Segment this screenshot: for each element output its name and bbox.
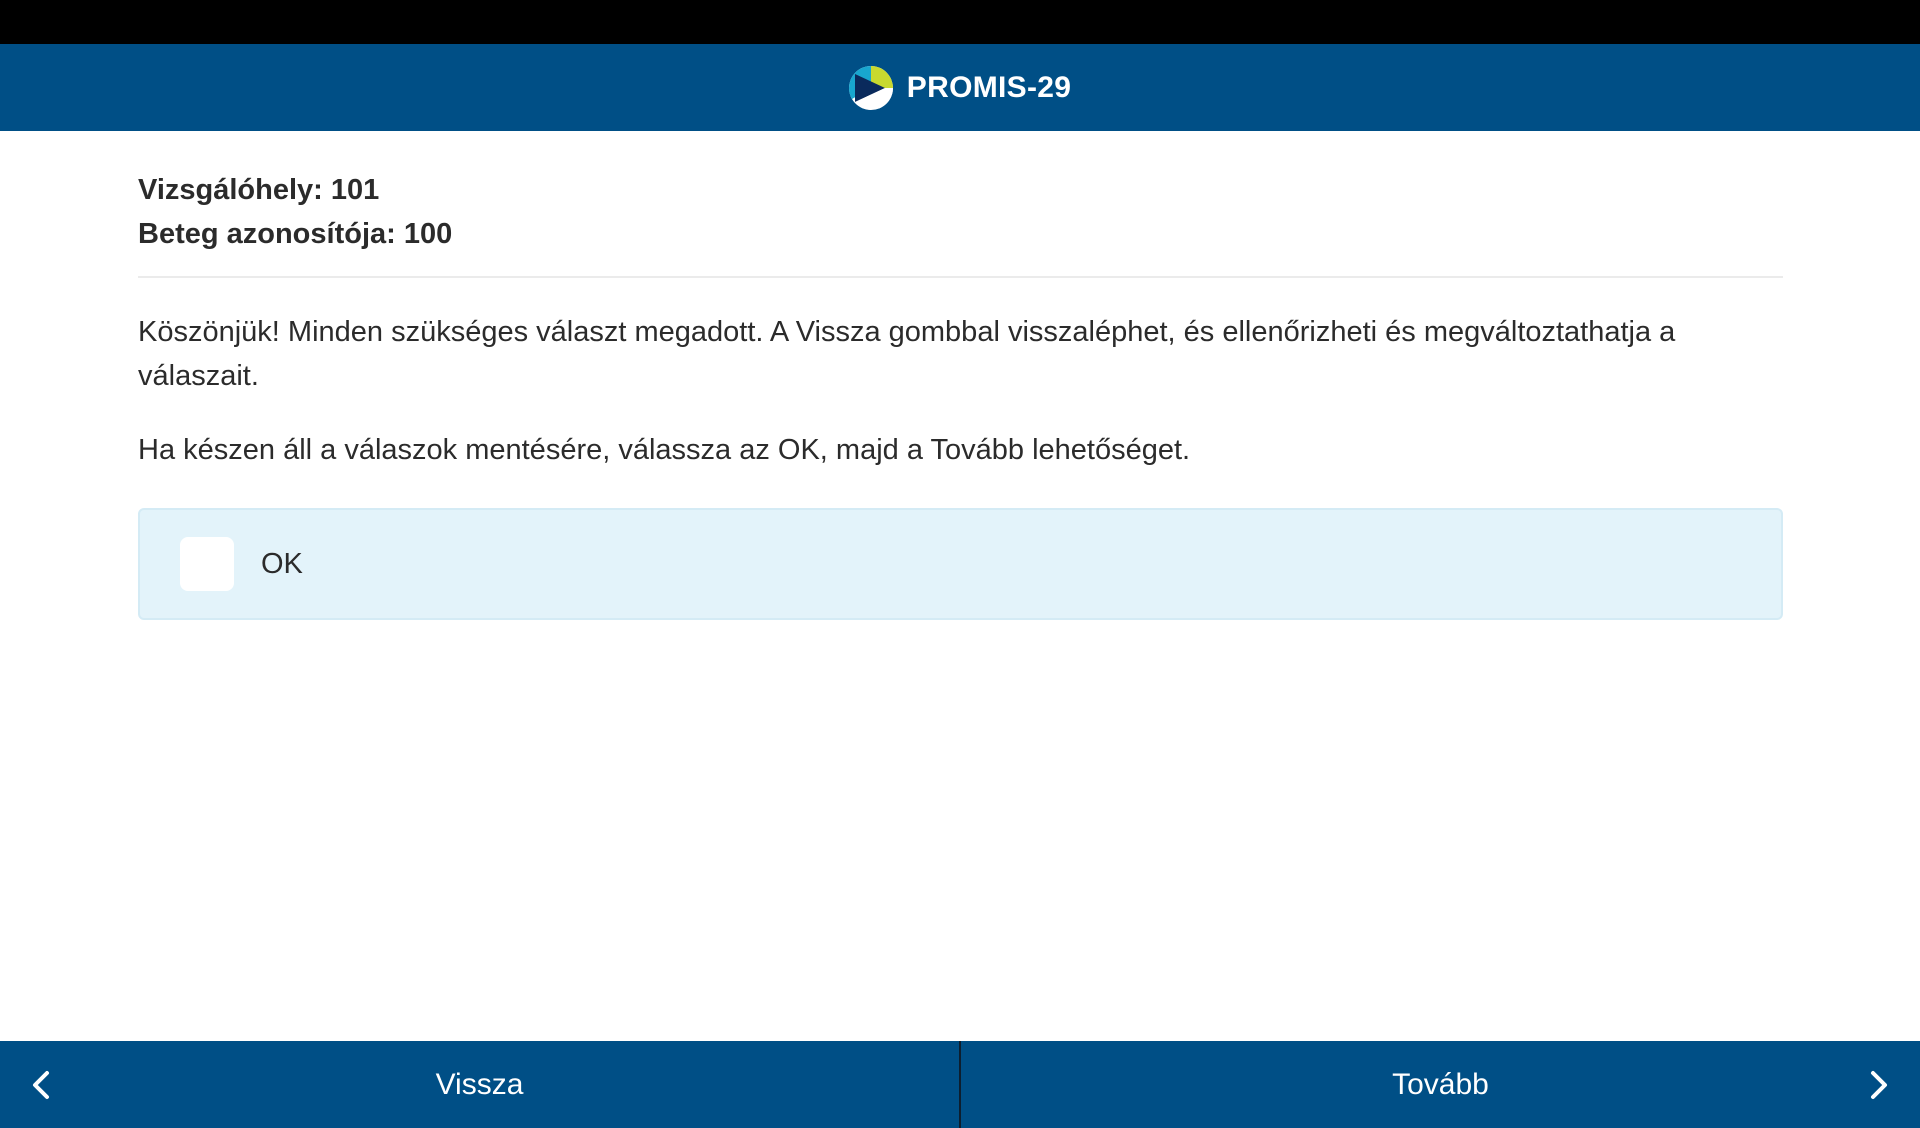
app-header: PROMIS-29 bbox=[0, 44, 1920, 131]
ok-label: OK bbox=[261, 547, 303, 580]
back-button-label: Vissza bbox=[435, 1067, 524, 1101]
next-button-label: Tovább bbox=[1392, 1067, 1489, 1101]
status-bar bbox=[0, 0, 1920, 44]
ok-checkbox[interactable] bbox=[180, 537, 234, 591]
app-title: PROMIS-29 bbox=[906, 70, 1072, 104]
next-button[interactable]: Tovább bbox=[961, 1041, 1920, 1128]
chevron-left-icon bbox=[33, 1071, 49, 1099]
instruction-message: Ha készen áll a válaszok mentésére, vála… bbox=[138, 434, 1191, 466]
site-label: Vizsgálóhely: 101 bbox=[138, 174, 380, 206]
promis-logo-icon bbox=[848, 65, 893, 110]
patient-id-label: Beteg azonosítója: 100 bbox=[138, 218, 453, 250]
chevron-right-icon bbox=[1871, 1071, 1887, 1099]
bottom-nav-bar: Vissza Tovább bbox=[0, 1041, 1920, 1128]
ok-option[interactable]: OK bbox=[138, 508, 1783, 620]
back-button[interactable]: Vissza bbox=[0, 1041, 959, 1128]
main-content: Vizsgálóhely: 101 Beteg azonosítója: 100… bbox=[138, 131, 1783, 620]
thank-you-message: Köszönjük! Minden szükséges választ mega… bbox=[138, 316, 1676, 392]
meta-block: Vizsgálóhely: 101 Beteg azonosítója: 100 bbox=[138, 131, 1783, 278]
